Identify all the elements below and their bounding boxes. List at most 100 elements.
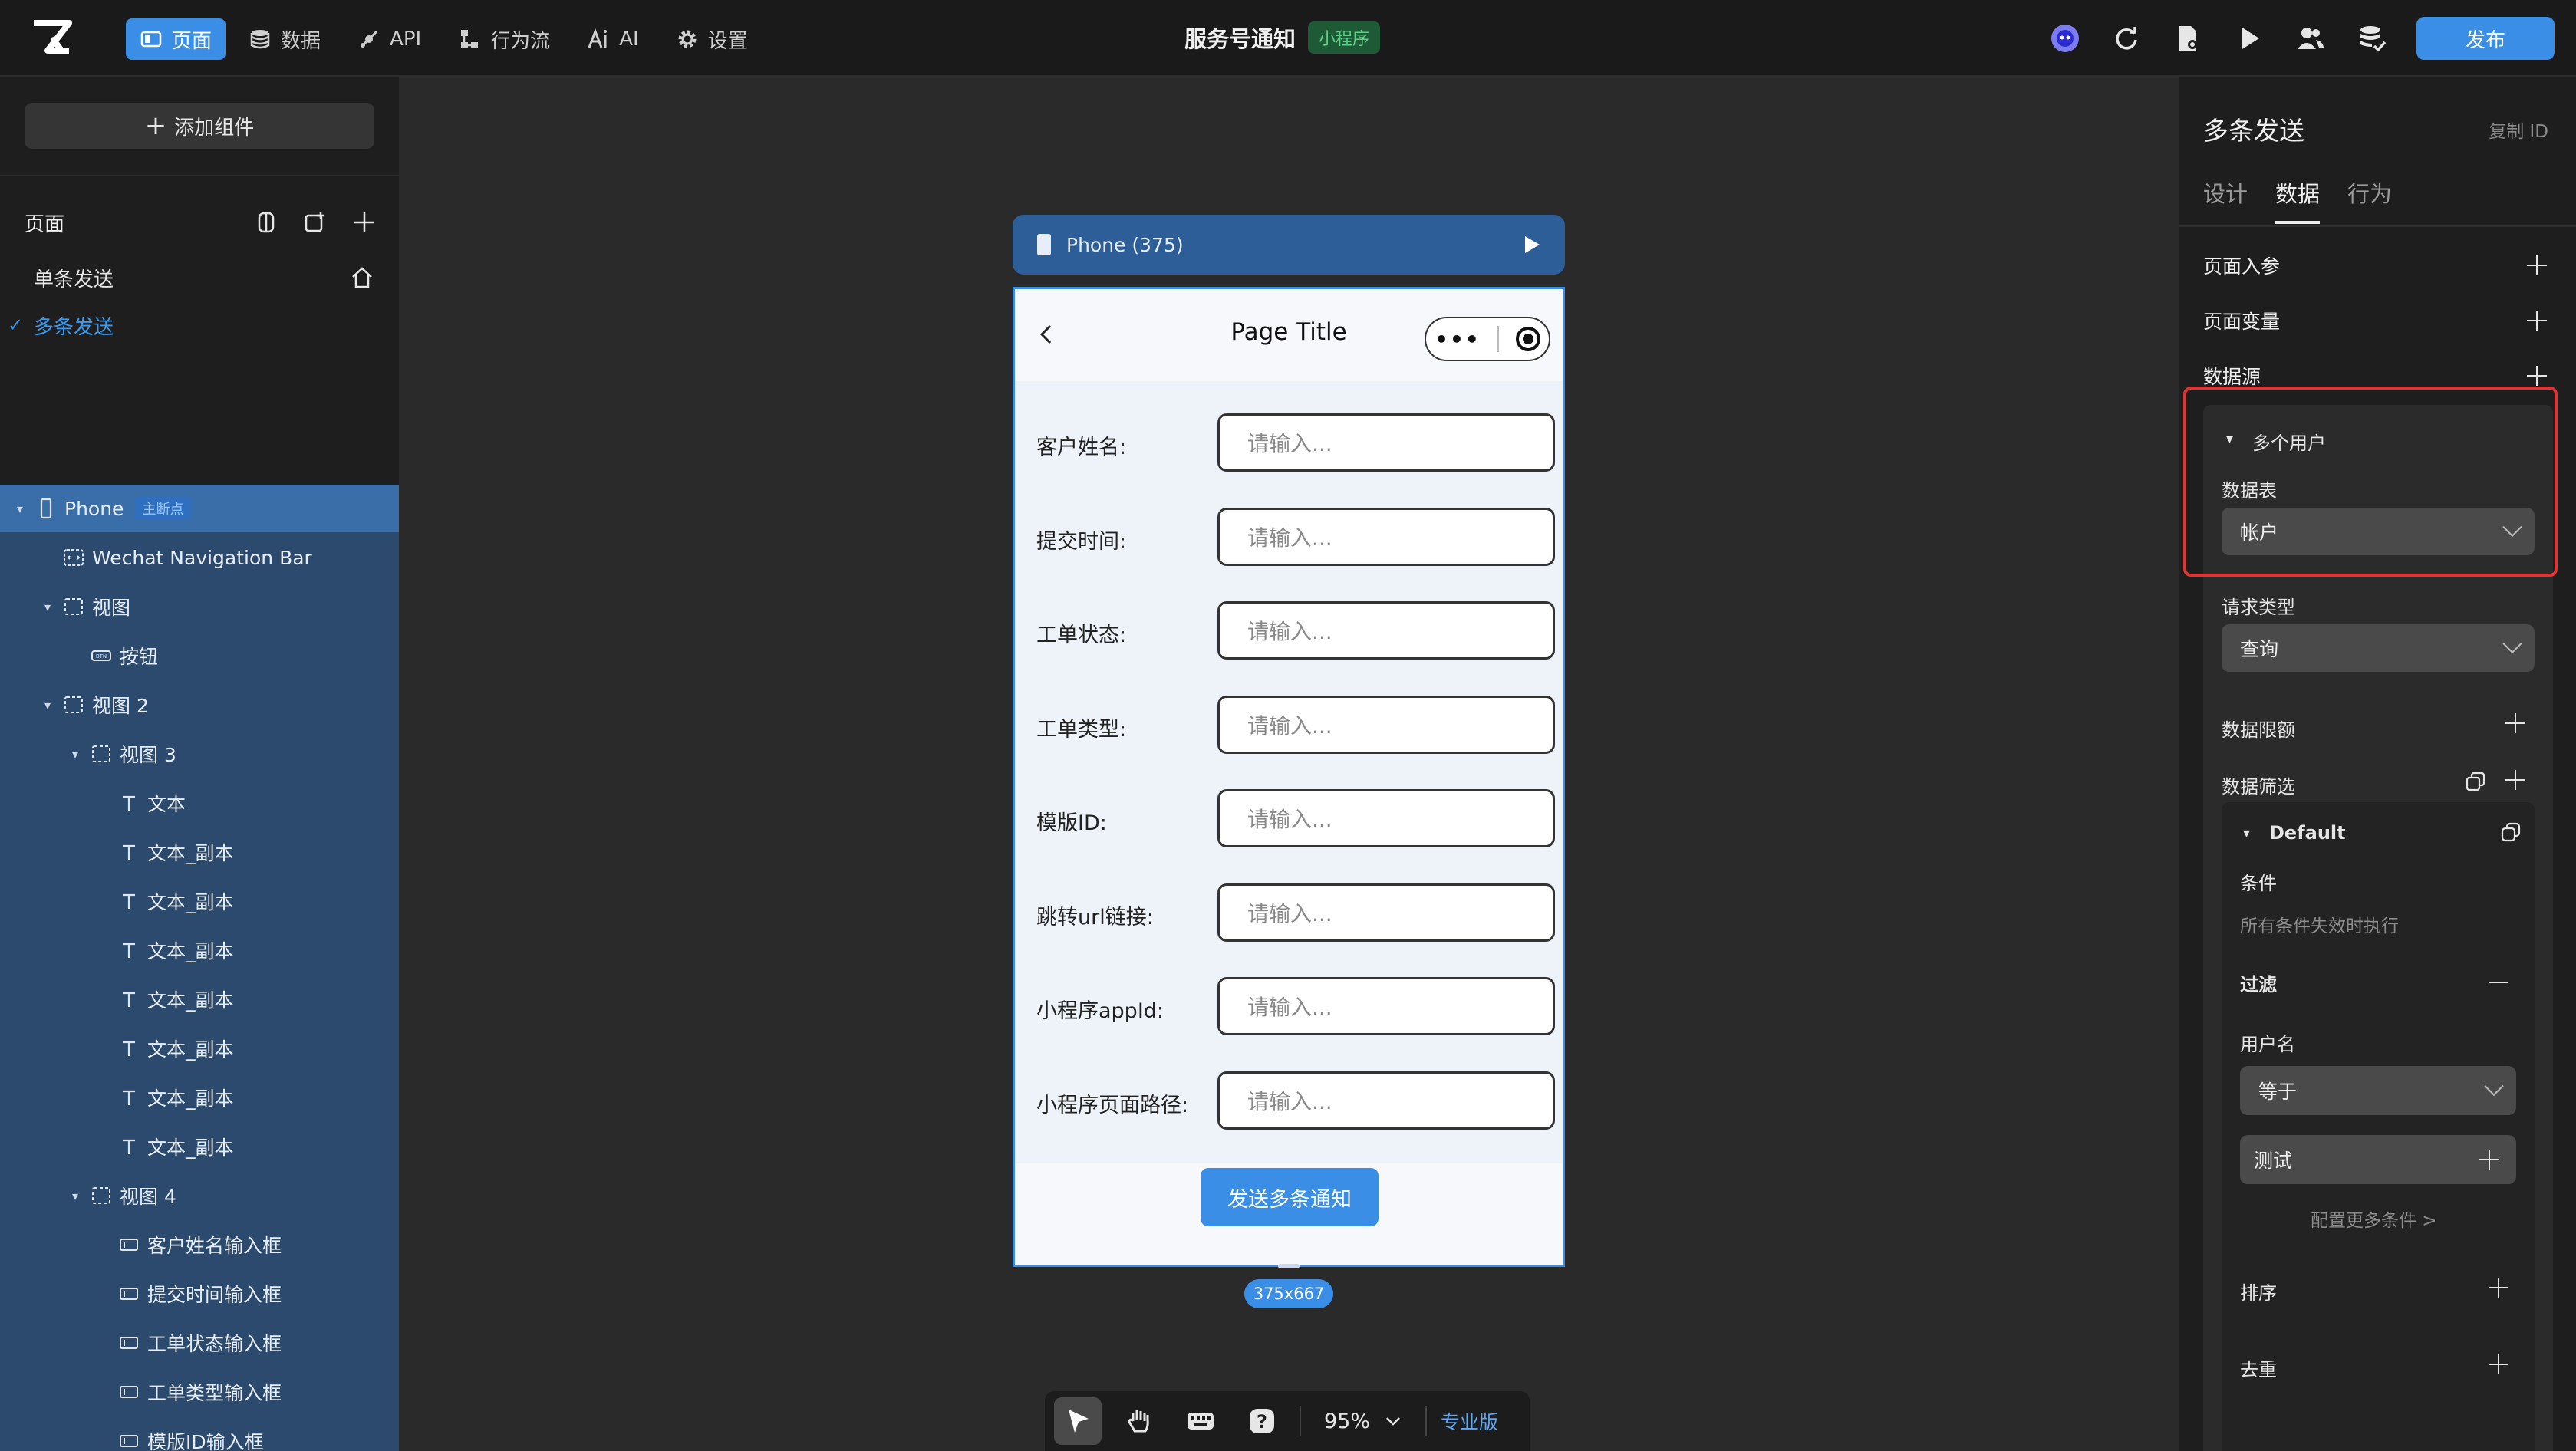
copy-group-icon[interactable] bbox=[2499, 821, 2522, 844]
form-input[interactable]: 请输入... bbox=[1217, 977, 1555, 1035]
form-input[interactable]: 请输入... bbox=[1217, 413, 1555, 472]
operator-select[interactable]: 等于 bbox=[2240, 1066, 2516, 1115]
help-button[interactable]: ? bbox=[1238, 1397, 1286, 1445]
nav-data[interactable]: 数据 bbox=[235, 18, 334, 60]
add-component-button[interactable]: + 添加组件 bbox=[25, 103, 374, 149]
tree-item[interactable]: 提交时间输入框 bbox=[0, 1270, 399, 1318]
nav-ai[interactable]: AI bbox=[573, 18, 652, 60]
platform-badge[interactable]: 小程序 bbox=[1308, 21, 1381, 54]
caret-down-icon[interactable]: ▾ bbox=[2243, 825, 2250, 841]
tree-item[interactable]: 工单类型输入框 bbox=[0, 1368, 399, 1416]
copy-filter-icon[interactable] bbox=[2464, 770, 2487, 793]
publish-button[interactable]: 发布 bbox=[2416, 17, 2555, 60]
collapse-filter-icon[interactable] bbox=[2487, 971, 2510, 994]
preview-file-button[interactable] bbox=[2171, 21, 2205, 55]
form-label: 工单类型: bbox=[1036, 717, 1127, 742]
edition-label[interactable]: 专业版 bbox=[1441, 1407, 1498, 1435]
filter-value-field[interactable]: 测试 bbox=[2240, 1135, 2516, 1184]
ai-assistant-button[interactable] bbox=[2048, 21, 2082, 55]
form-input[interactable]: 请输入... bbox=[1217, 1071, 1555, 1130]
caret-down-icon[interactable]: ▾ bbox=[40, 600, 55, 614]
page-template-icon[interactable] bbox=[253, 209, 279, 235]
resize-handle[interactable] bbox=[1278, 1264, 1300, 1268]
add-filter-icon[interactable] bbox=[2504, 768, 2527, 791]
add-dedupe-icon[interactable] bbox=[2487, 1353, 2510, 1376]
tree-item-label: 文本_副本 bbox=[147, 989, 234, 1012]
tree-item[interactable]: 文本_副本 bbox=[0, 877, 399, 925]
tree-item[interactable]: ▾ 视图 bbox=[0, 583, 399, 630]
send-notifications-button[interactable]: 发送多条通知 bbox=[1201, 1168, 1379, 1226]
tree-item[interactable]: 文本_副本 bbox=[0, 976, 399, 1023]
form-input[interactable]: 请输入... bbox=[1217, 601, 1555, 660]
add-datasource-icon[interactable] bbox=[2525, 364, 2548, 387]
page-item-single-send[interactable]: 单条发送 bbox=[0, 256, 399, 299]
tree-item[interactable]: ▾ 视图 3 bbox=[0, 730, 399, 778]
zoom-select[interactable]: 95% bbox=[1315, 1410, 1412, 1433]
tree-item[interactable]: 文本_副本 bbox=[0, 1123, 399, 1170]
tab-design[interactable]: 设计 bbox=[2203, 176, 2248, 224]
device-header[interactable]: Phone (375) bbox=[1013, 215, 1565, 275]
tree-item-label: 文本_副本 bbox=[147, 1137, 234, 1159]
page-item-multi-send[interactable]: ✓ 多条发送 bbox=[0, 304, 399, 347]
tree-item[interactable]: ▾ 视图 4 bbox=[0, 1172, 399, 1219]
tree-item[interactable]: 文本_副本 bbox=[0, 828, 399, 876]
add-value-icon[interactable] bbox=[2478, 1148, 2501, 1171]
tree-item[interactable]: 文本_副本 bbox=[0, 926, 399, 974]
nav-settings[interactable]: 设置 bbox=[662, 18, 762, 60]
tree-item[interactable]: 客户姓名输入框 bbox=[0, 1221, 399, 1268]
tab-data[interactable]: 数据 bbox=[2275, 176, 2321, 224]
text-icon bbox=[117, 987, 141, 1012]
home-icon[interactable] bbox=[350, 265, 374, 290]
nav-page[interactable]: 页面 bbox=[126, 18, 226, 60]
close-miniprogram-icon[interactable] bbox=[1515, 327, 1540, 351]
request-type-select[interactable]: 查询 bbox=[2222, 624, 2535, 672]
form-input[interactable]: 请输入... bbox=[1217, 695, 1555, 754]
add-page-folder-icon[interactable] bbox=[302, 209, 328, 235]
tree-item[interactable]: 文本_副本 bbox=[0, 1025, 399, 1072]
tree-item[interactable]: 工单状态输入框 bbox=[0, 1319, 399, 1367]
keyboard-shortcuts-button[interactable] bbox=[1177, 1397, 1224, 1445]
request-type-label: 请求类型 bbox=[2222, 597, 2295, 618]
run-button[interactable] bbox=[2232, 21, 2266, 55]
add-sort-icon[interactable] bbox=[2487, 1276, 2510, 1299]
caret-down-icon[interactable]: ▾ bbox=[68, 747, 83, 762]
form-input[interactable]: 请输入... bbox=[1217, 507, 1555, 566]
nav-api[interactable]: API bbox=[344, 18, 435, 60]
form-input[interactable]: 请输入... bbox=[1217, 883, 1555, 942]
caret-down-icon[interactable]: ▾ bbox=[40, 698, 55, 712]
add-page-param-icon[interactable] bbox=[2525, 254, 2548, 277]
app-logo-icon[interactable] bbox=[31, 20, 74, 57]
data-limit-label: 数据限额 bbox=[2222, 719, 2295, 741]
data-check-button[interactable] bbox=[2355, 21, 2389, 55]
nav-flow[interactable]: 行为流 bbox=[444, 18, 564, 60]
filter-sub-label: 过滤 bbox=[2240, 974, 2277, 995]
tree-item[interactable]: Wechat Navigation Bar bbox=[0, 534, 399, 581]
add-page-var-icon[interactable] bbox=[2525, 309, 2548, 332]
tree-item[interactable]: BTN 按钮 bbox=[0, 632, 399, 679]
more-icon[interactable]: ••• bbox=[1435, 327, 1481, 352]
page-item-label: 多条发送 bbox=[34, 315, 114, 339]
play-icon[interactable] bbox=[1520, 234, 1542, 255]
form-input[interactable]: 请输入... bbox=[1217, 789, 1555, 847]
select-tool[interactable] bbox=[1054, 1397, 1102, 1445]
text-icon bbox=[117, 1036, 141, 1061]
tree-item[interactable]: ▾ 视图 2 bbox=[0, 681, 399, 729]
tree-item[interactable]: 文本 bbox=[0, 779, 399, 827]
condition-hint: 所有条件失效时执行 bbox=[2240, 916, 2399, 936]
caret-down-icon[interactable]: ▾ bbox=[68, 1189, 83, 1203]
caret-down-icon[interactable]: ▾ bbox=[12, 502, 28, 516]
collaborators-button[interactable] bbox=[2294, 21, 2327, 55]
more-conditions-link[interactable]: 配置更多条件 > bbox=[2311, 1206, 2437, 1232]
filter-group-name[interactable]: Default bbox=[2269, 822, 2346, 844]
wechat-capsule[interactable]: ••• bbox=[1425, 317, 1550, 361]
tree-item[interactable]: ▾ Phone 主断点 bbox=[0, 485, 399, 532]
add-limit-icon[interactable] bbox=[2504, 712, 2527, 735]
hand-tool[interactable] bbox=[1115, 1397, 1163, 1445]
tree-item[interactable]: 模版ID输入框 bbox=[0, 1417, 399, 1451]
app-name[interactable]: 服务号通知 bbox=[1184, 21, 1296, 54]
copy-id-button[interactable]: 复制 ID bbox=[2489, 117, 2548, 143]
tab-behavior[interactable]: 行为 bbox=[2347, 176, 2392, 224]
tree-item[interactable]: 文本_副本 bbox=[0, 1074, 399, 1121]
add-page-icon[interactable] bbox=[351, 209, 377, 235]
refresh-button[interactable] bbox=[2110, 21, 2143, 55]
